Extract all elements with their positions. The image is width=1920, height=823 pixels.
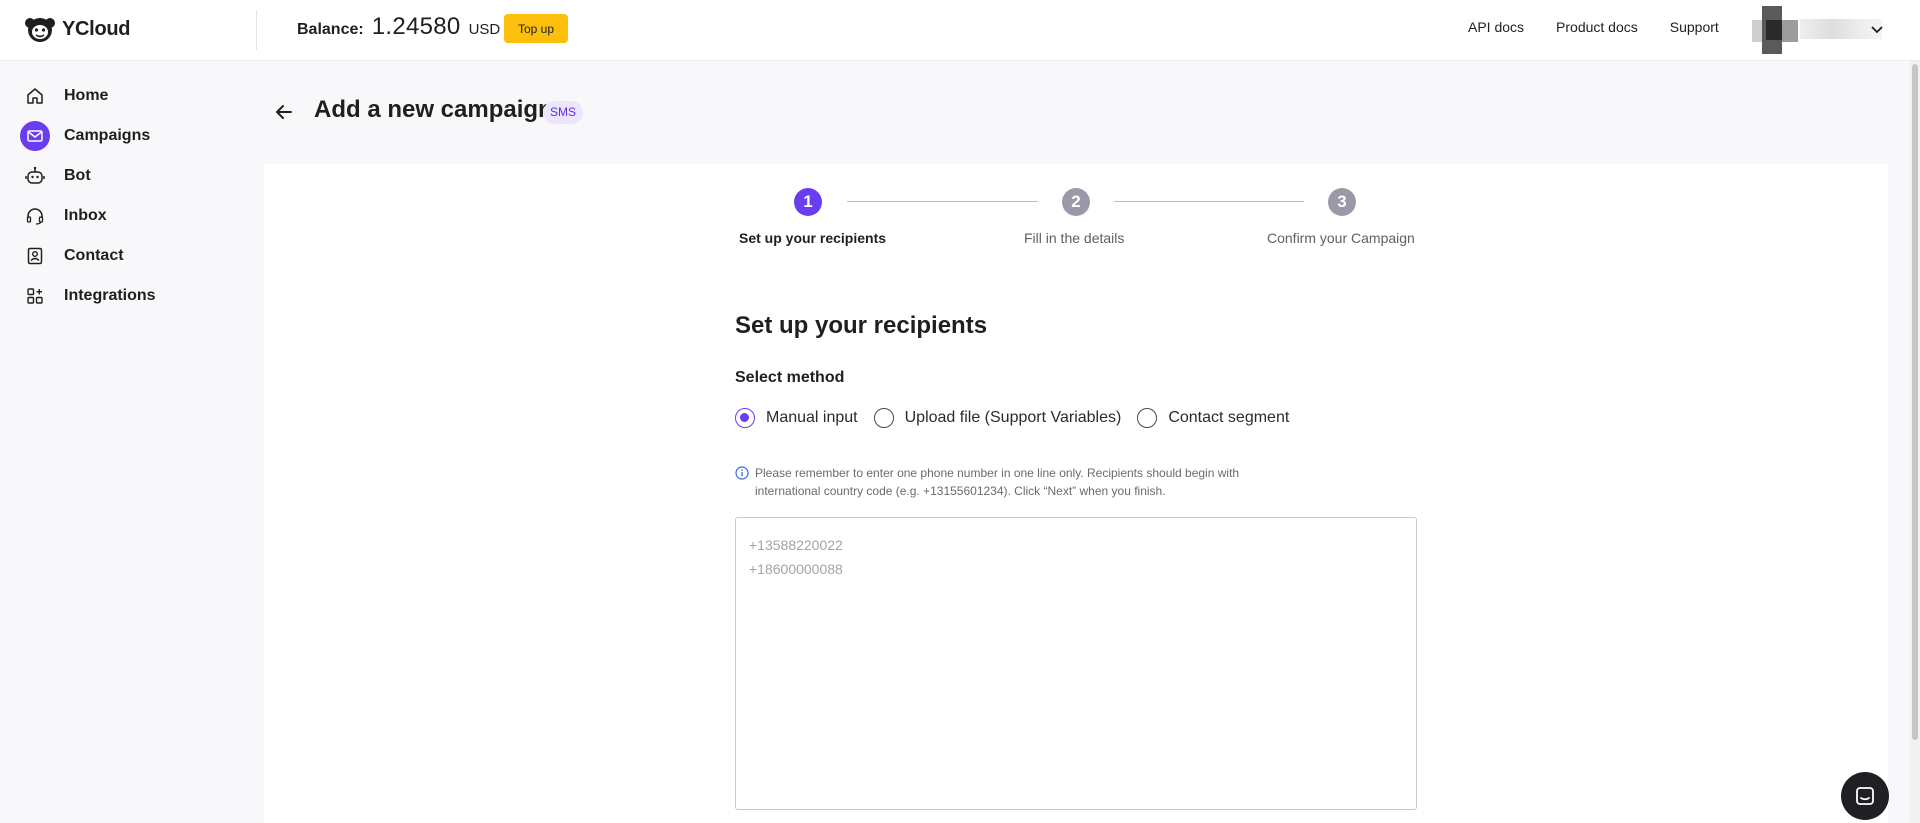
integrations-icon (20, 281, 50, 311)
top-header: YCloud Balance: 1.24580 USD Top up API d… (0, 0, 1920, 61)
balance-currency: USD (468, 21, 501, 38)
radio-label: Contact segment (1168, 409, 1290, 426)
campaigns-icon (20, 121, 50, 151)
sidebar-item-bot[interactable]: Bot (20, 158, 91, 194)
sidebar-item-home[interactable]: Home (20, 78, 108, 114)
sidebar-item-contact[interactable]: Contact (20, 238, 124, 274)
channel-badge: SMS (543, 101, 584, 124)
monkey-logo-icon (25, 18, 55, 42)
balance-label: Balance: (297, 21, 364, 38)
info-icon (735, 466, 749, 480)
method-option-manual[interactable]: Manual input (735, 408, 858, 428)
sidebar-item-label: Integrations (64, 287, 156, 304)
page-title: Add a new campaign (314, 96, 553, 123)
step-1-label: Set up your recipients (739, 230, 887, 246)
contact-icon (20, 241, 50, 271)
radio-upload-file[interactable] (873, 408, 894, 428)
product-docs-link[interactable]: Product docs (1556, 19, 1638, 35)
hint-text: Please remember to enter one phone numbe… (755, 466, 1240, 498)
step-connector (847, 201, 1038, 202)
sidebar: Home Campaigns Bot Inbox Contact Integra… (0, 61, 250, 823)
avatar[interactable] (1752, 6, 1800, 54)
chevron-down-icon[interactable] (1868, 20, 1886, 38)
chat-launcher-button[interactable] (1841, 772, 1889, 820)
sidebar-item-label: Bot (64, 167, 91, 184)
api-docs-link[interactable]: API docs (1468, 19, 1524, 35)
section-title: Set up your recipients (735, 312, 988, 339)
top-up-button[interactable]: Top up (504, 14, 568, 43)
chat-icon (1856, 787, 1874, 805)
recipients-hint: Please remember to enter one phone numbe… (735, 464, 1295, 500)
step-3-indicator: 3 (1328, 188, 1356, 216)
method-radio-group: Manual input Upload file (Support Variab… (735, 408, 1289, 428)
radio-contact-segment[interactable] (1137, 408, 1158, 428)
sidebar-item-inbox[interactable]: Inbox (20, 198, 107, 234)
logo-text: YCloud (62, 17, 131, 40)
home-icon (20, 81, 50, 111)
support-link[interactable]: Support (1670, 19, 1719, 35)
step-connector (1114, 201, 1304, 202)
balance: Balance: 1.24580 USD (297, 13, 500, 41)
bot-icon (20, 161, 50, 191)
step-2-label: Fill in the details (1024, 230, 1125, 246)
radio-label: Upload file (Support Variables) (904, 409, 1122, 426)
recipients-textarea[interactable] (735, 517, 1417, 810)
header-divider (256, 10, 257, 50)
radio-manual-input[interactable] (735, 408, 755, 428)
sidebar-item-label: Contact (64, 247, 124, 264)
step-3-label: Confirm your Campaign (1267, 230, 1415, 246)
balance-value: 1.24580 (371, 13, 461, 40)
sidebar-item-label: Campaigns (64, 127, 151, 144)
method-option-upload[interactable]: Upload file (Support Variables) (873, 408, 1122, 428)
back-arrow-icon[interactable] (272, 100, 296, 124)
step-2-indicator: 2 (1062, 188, 1090, 216)
radio-label: Manual input (766, 409, 858, 426)
method-option-segment[interactable]: Contact segment (1137, 408, 1289, 428)
sidebar-item-integrations[interactable]: Integrations (20, 278, 156, 314)
sidebar-item-label: Home (64, 87, 109, 104)
step-1-indicator: 1 (794, 188, 822, 216)
logo[interactable]: YCloud (24, 15, 131, 43)
sidebar-item-campaigns[interactable]: Campaigns (20, 118, 150, 154)
headset-icon (20, 201, 50, 231)
sidebar-item-label: Inbox (64, 207, 107, 224)
header-nav: API docs Product docs Support (1468, 19, 1719, 35)
scrollbar-thumb[interactable] (1912, 64, 1918, 740)
select-method-label: Select method (735, 369, 845, 386)
